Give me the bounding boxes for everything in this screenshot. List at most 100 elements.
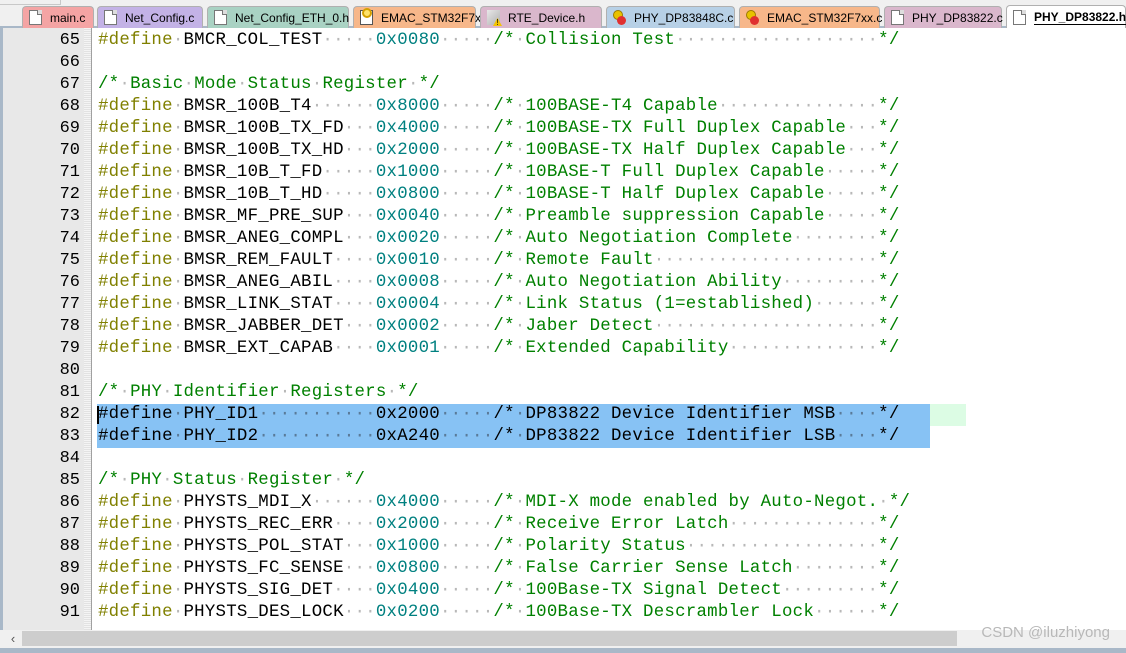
comment-close: */ [878, 537, 900, 556]
code-text[interactable]: #define·BMSR_100B_TX_HD···0x2000·····/*·… [98, 140, 900, 162]
macro-name: BMSR_100B_TX_FD [183, 119, 344, 138]
code-text[interactable]: #define·BMSR_EXT_CAPAB····0x0001·····/*·… [98, 338, 900, 360]
code-text[interactable]: #define·PHYSTS_FC_SENSE···0x0800·····/*·… [98, 558, 900, 580]
tab-phy-dp83848c-c[interactable]: PHY_DP83848C.c [606, 6, 735, 28]
code-text[interactable]: #define·PHYSTS_REC_ERR····0x2000·····/*·… [98, 514, 900, 536]
whitespace-marker: · [183, 75, 195, 94]
code-line[interactable]: 75 #define·BMSR_REM_FAULT····0x0010·····/… [0, 250, 1126, 272]
whitespace-marker: ····· [439, 295, 494, 314]
code-line[interactable]: 67/*·Basic·Mode·Status·Register·*/ [0, 74, 1126, 96]
tab-net-config-c[interactable]: Net_Config.c [97, 6, 203, 28]
code-editor[interactable]: 65 #define·BMCR_COL_TEST·····0x0080·····/… [0, 28, 1126, 630]
code-line[interactable]: 89 #define·PHYSTS_FC_SENSE···0x0800·····/… [0, 558, 1126, 580]
comment-close: */ [878, 119, 900, 138]
code-text[interactable]: #define·PHYSTS_POL_STAT···0x1000·····/*·… [98, 536, 900, 558]
code-line[interactable]: 79 #define·BMSR_EXT_CAPAB····0x0001·····/… [0, 338, 1126, 360]
code-line[interactable]: 72 #define·BMSR_10B_T_HD·····0x0800·····/… [0, 184, 1126, 206]
code-line[interactable]: 81/*·PHY·Identifier·Registers·*/ [0, 382, 1126, 404]
code-text[interactable]: #define·BMSR_MF_PRE_SUP···0x0040·····/*·… [98, 206, 900, 228]
code-text[interactable]: #define·PHYSTS_DES_LOCK···0x0200·····/*·… [98, 602, 900, 624]
whitespace-marker: · [514, 559, 526, 578]
code-line[interactable]: 88 #define·PHYSTS_POL_STAT···0x1000·····/… [0, 536, 1126, 558]
whitespace-marker: · [236, 75, 248, 94]
code-line[interactable]: 66 [0, 52, 1126, 74]
code-line[interactable]: 82 #define·PHY_ID1···········0x2000·····/… [0, 404, 1126, 426]
code-text[interactable]: /*·PHY·Identifier·Registers·*/ [98, 382, 419, 404]
code-line[interactable]: 83 #define·PHY_ID2···········0xA240·····/… [0, 426, 1126, 448]
code-text[interactable]: #define·BMSR_LINK_STAT····0x0004·····/*·… [98, 294, 900, 316]
code-line[interactable]: 90 #define·PHYSTS_SIG_DET····0x0400·····/… [0, 580, 1126, 602]
tab-net-config-eth-0-h[interactable]: Net_Config_ETH_0.h [207, 6, 349, 28]
whitespace-marker: · [514, 31, 526, 50]
comment-word: /* [98, 471, 120, 490]
code-line[interactable]: 85/*·PHY·Status·Register·*/ [0, 470, 1126, 492]
code-text[interactable]: #define·BMSR_100B_T4······0x8000·····/*·… [98, 96, 900, 118]
code-line[interactable]: 84 [0, 448, 1126, 470]
macro-value: 0x0080 [375, 31, 440, 50]
code-line[interactable]: 65 #define·BMCR_COL_TEST·····0x0080·····/… [0, 30, 1126, 52]
whitespace-marker: ····· [439, 141, 494, 160]
comment-open: /* [493, 185, 515, 204]
comment-open: /* [493, 251, 515, 270]
comment-word: Basic [130, 75, 184, 94]
code-line[interactable]: 86 #define·PHYSTS_MDI_X······0x4000·····/… [0, 492, 1126, 514]
whitespace-marker: · [162, 471, 173, 490]
comment-close: */ [878, 185, 900, 204]
preprocessor-keyword: #define [98, 207, 173, 226]
code-text[interactable]: /*·PHY·Status·Register·*/ [98, 470, 365, 492]
tab-emac-stm32f7xx-c[interactable]: EMAC_STM32F7xx.c [739, 6, 882, 28]
horizontal-scrollbar[interactable]: ‹ [0, 630, 1126, 648]
whitespace-marker: · [172, 119, 184, 138]
whitespace-marker: ····· [824, 163, 879, 182]
code-line[interactable]: 69 #define·BMSR_100B_TX_FD···0x4000·····/… [0, 118, 1126, 140]
macro-value: 0x4000 [375, 119, 440, 138]
code-line[interactable]: 76 #define·BMSR_ANEG_ABIL····0x0008·····/… [0, 272, 1126, 294]
code-text[interactable]: #define·BMSR_100B_TX_FD···0x4000·····/*·… [98, 118, 900, 140]
comment-text: Remote Fault [525, 251, 654, 270]
tab-rte-device-h[interactable]: RTE_Device.h [480, 6, 602, 28]
whitespace-marker: ········· [781, 273, 879, 292]
code-line[interactable]: 74 #define·BMSR_ANEG_COMPL···0x0020·····/… [0, 228, 1126, 250]
whitespace-marker: ··········· [258, 405, 376, 424]
whitespace-marker: ····················· [653, 251, 879, 270]
macro-name: PHYSTS_DES_LOCK [183, 603, 344, 622]
comment-close: */ [878, 273, 900, 292]
macro-name: PHYSTS_POL_STAT [183, 537, 344, 556]
code-text[interactable]: #define·BMSR_JABBER_DET···0x0002·····/*·… [98, 316, 900, 338]
code-text[interactable]: #define·BMSR_REM_FAULT····0x0010·····/*·… [98, 250, 900, 272]
code-line[interactable]: 77 #define·BMSR_LINK_STAT····0x0004·····/… [0, 294, 1126, 316]
code-line[interactable]: 91 #define·PHYSTS_DES_LOCK···0x0200·····/… [0, 602, 1126, 624]
comment-close: */ [878, 603, 900, 622]
code-text[interactable]: #define·PHYSTS_SIG_DET····0x0400·····/*·… [98, 580, 900, 602]
code-line[interactable]: 73 #define·BMSR_MF_PRE_SUP···0x0040·····/… [0, 206, 1126, 228]
tab-phy-dp83822-c[interactable]: PHY_DP83822.c [884, 6, 1003, 28]
code-line[interactable]: 78 #define·BMSR_JABBER_DET···0x0002·····/… [0, 316, 1126, 338]
tab-main-c[interactable]: main.c [22, 6, 94, 28]
code-text[interactable]: #define·PHYSTS_MDI_X······0x4000·····/*·… [98, 492, 910, 514]
whitespace-marker: · [172, 229, 184, 248]
code-text[interactable]: #define·BMCR_COL_TEST·····0x0080·····/*·… [98, 30, 900, 52]
code-text[interactable]: #define·BMSR_ANEG_ABIL····0x0008·····/*·… [98, 272, 900, 294]
scroll-left-arrow-icon[interactable]: ‹ [6, 631, 20, 647]
comment-close: */ [878, 229, 900, 248]
code-text[interactable]: #define·BMSR_10B_T_HD·····0x0800·····/*·… [98, 184, 900, 206]
comment-text: Extended Capability [525, 339, 729, 358]
code-line[interactable]: 80 [0, 360, 1126, 382]
scrollbar-thumb[interactable] [22, 631, 957, 646]
comment-open: /* [493, 405, 515, 424]
macro-name: PHY_ID2 [183, 427, 259, 446]
code-line[interactable]: 71 #define·BMSR_10B_T_FD·····0x1000·····/… [0, 162, 1126, 184]
comment-close: */ [888, 493, 911, 512]
code-text[interactable]: #define·BMSR_ANEG_COMPL···0x0020·····/*·… [98, 228, 900, 250]
code-line[interactable]: 68 #define·BMSR_100B_T4······0x8000·····/… [0, 96, 1126, 118]
code-text[interactable]: #define·BMSR_10B_T_FD·····0x1000·····/*·… [98, 162, 900, 184]
macro-value: 0x0010 [375, 251, 440, 270]
code-line[interactable]: 87 #define·PHYSTS_REC_ERR····0x2000·····/… [0, 514, 1126, 536]
tab-emac-stm32f7xx-h[interactable]: EMAC_STM32F7xx.h [353, 6, 497, 28]
code-text[interactable]: /*·Basic·Mode·Status·Register·*/ [98, 74, 440, 96]
tab-phy-dp83822-h[interactable]: PHY_DP83822.h [1006, 5, 1126, 28]
code-line[interactable]: 70 #define·BMSR_100B_TX_HD···0x2000·····/… [0, 140, 1126, 162]
code-text[interactable]: #define·PHY_ID1···········0x2000·····/*·… [98, 404, 900, 426]
whitespace-marker: ·············· [728, 339, 879, 358]
code-text[interactable]: #define·PHY_ID2···········0xA240·····/*·… [98, 426, 900, 448]
